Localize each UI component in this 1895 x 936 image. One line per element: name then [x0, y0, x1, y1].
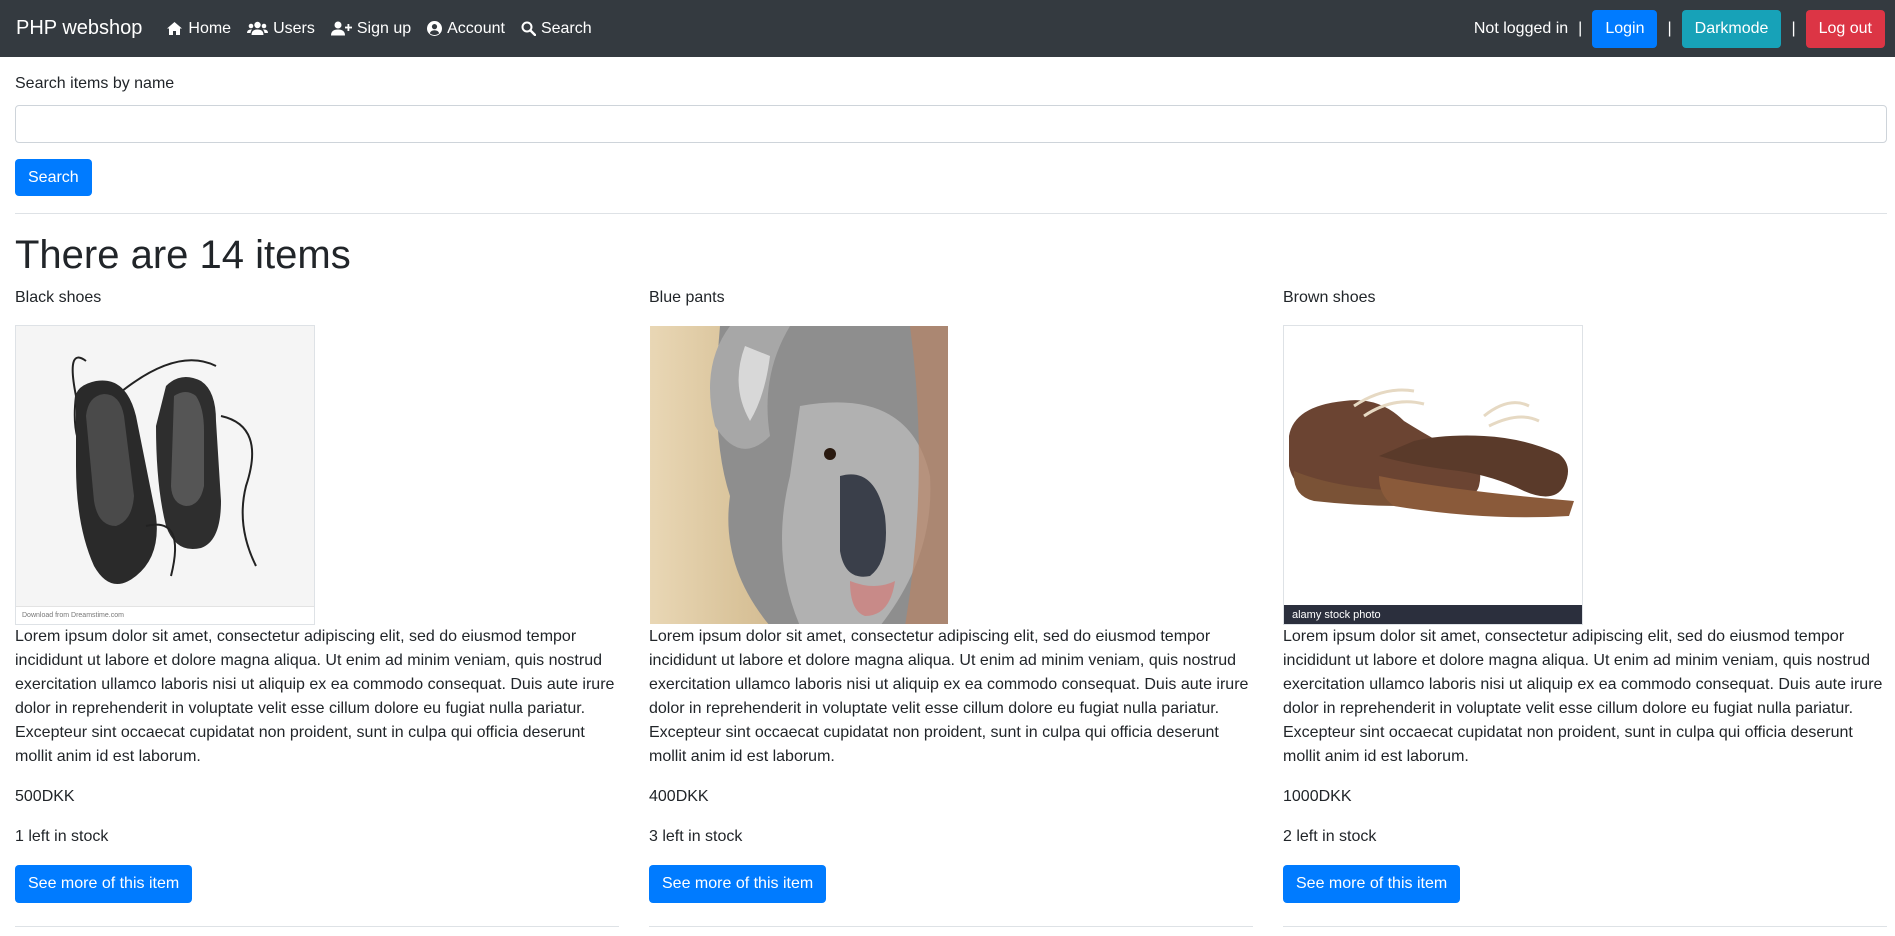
user-circle-icon — [427, 21, 443, 36]
logout-button[interactable]: Log out — [1805, 9, 1885, 48]
black-shoes-picture — [16, 326, 314, 606]
item-image-brown-shoes: alamy stock photo — [1283, 325, 1583, 625]
nav-link-users-label: Users — [273, 19, 315, 37]
item-stock: 1 left in stock — [15, 828, 109, 845]
item-name: Brown shoes — [1283, 289, 1376, 306]
login-status: Not logged in — [1473, 19, 1569, 37]
nav-link-signup-label: Sign up — [356, 19, 412, 37]
separator: | — [1791, 19, 1796, 37]
navbar-right: Not logged in | Login | Darkmode | Log o… — [1473, 9, 1885, 48]
item-card: Brown shoes alamy stock photo Lorem ipsu… — [1283, 287, 1887, 927]
search-icon — [521, 21, 536, 36]
home-icon — [167, 22, 183, 35]
item-name: Black shoes — [15, 289, 102, 306]
divider — [1283, 926, 1887, 927]
search-label: Search items by name — [15, 75, 175, 92]
top-navbar: PHP webshop Home Users Sign up Account S… — [0, 0, 1895, 57]
item-description: Lorem ipsum dolor sit amet, consectetur … — [15, 628, 615, 765]
item-price: 1000DKK — [1283, 788, 1352, 805]
nav-link-signup[interactable]: Sign up — [330, 19, 412, 38]
nav-link-account-label: Account — [447, 19, 505, 37]
search-button[interactable]: Search — [15, 159, 92, 196]
see-more-button[interactable]: See more of this item — [1283, 865, 1461, 903]
page-title: There are 14 items — [15, 233, 351, 277]
search-input[interactable] — [15, 105, 1887, 143]
koala-picture — [650, 326, 948, 624]
separator: | — [1578, 19, 1583, 37]
login-button[interactable]: Login — [1592, 9, 1658, 48]
brown-shoes-picture — [1284, 326, 1582, 606]
item-stock: 3 left in stock — [649, 828, 743, 845]
item-card: Blue pants Lorem ipsum dolor sit amet, c… — [649, 287, 1253, 927]
divider — [649, 926, 1253, 927]
item-stock: 2 left in stock — [1283, 828, 1377, 845]
nav-link-home[interactable]: Home — [166, 20, 231, 38]
see-more-button[interactable]: See more of this item — [15, 865, 193, 903]
item-card: Black shoes Download from Dreamstime.com… — [15, 287, 619, 927]
nav-link-home-label: Home — [188, 19, 232, 37]
divider — [15, 926, 619, 927]
divider — [15, 213, 1887, 214]
brand-link[interactable]: PHP webshop — [16, 17, 142, 40]
user-plus-icon — [330, 21, 352, 36]
item-price: 400DKK — [649, 788, 709, 805]
item-image-blue-pants — [649, 325, 949, 625]
item-image-black-shoes: Download from Dreamstime.com — [15, 325, 315, 625]
item-description: Lorem ipsum dolor sit amet, consectetur … — [1283, 628, 1883, 765]
item-name: Blue pants — [649, 289, 725, 306]
nav-link-users[interactable]: Users — [247, 20, 315, 38]
separator: | — [1667, 19, 1672, 37]
nav-link-account[interactable]: Account — [427, 20, 505, 38]
item-price: 500DKK — [15, 788, 75, 805]
image-watermark: alamy stock photo — [1284, 605, 1582, 624]
image-watermark: Download from Dreamstime.com — [16, 606, 314, 624]
nav-link-search-label: Search — [540, 19, 592, 37]
nav-link-search[interactable]: Search — [521, 20, 592, 38]
item-description: Lorem ipsum dolor sit amet, consectetur … — [649, 628, 1249, 765]
darkmode-button[interactable]: Darkmode — [1681, 9, 1782, 48]
see-more-button[interactable]: See more of this item — [649, 865, 827, 903]
users-icon — [247, 21, 269, 35]
